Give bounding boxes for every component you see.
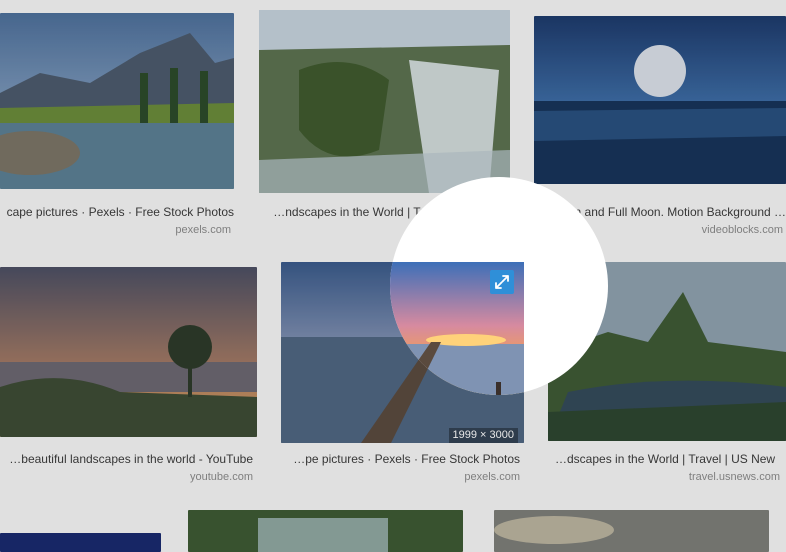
expand-button[interactable] bbox=[490, 270, 514, 294]
night-sky-image bbox=[0, 533, 161, 552]
result-domain: travel.usnews.com bbox=[688, 471, 780, 483]
result-thumbnail[interactable] bbox=[188, 510, 463, 552]
image-search-results: cape pictures · Pexels · Free Stock Phot… bbox=[0, 0, 786, 552]
result-domain: pexels.com bbox=[464, 471, 520, 483]
result-title[interactable]: cape pictures · Pexels · Free Stock Phot… bbox=[0, 205, 234, 219]
result-domain: pexels.com bbox=[175, 224, 231, 236]
result-domain: youtube.com bbox=[190, 471, 253, 483]
result-title[interactable]: …pe pictures · Pexels · Free Stock Photo… bbox=[281, 452, 520, 466]
image-dimensions-badge: 1999 × 3000 bbox=[448, 428, 518, 443]
sunset-coast-image bbox=[0, 267, 257, 437]
result-title[interactable]: …dscapes in the World | Travel | US New bbox=[548, 452, 786, 466]
result-thumbnail[interactable] bbox=[0, 533, 161, 552]
cloudy-sky-image bbox=[494, 510, 769, 552]
expand-icon bbox=[495, 275, 509, 289]
result-thumbnail[interactable] bbox=[0, 267, 257, 437]
result-thumbnail[interactable] bbox=[0, 13, 234, 189]
result-thumbnail[interactable] bbox=[534, 16, 786, 184]
waterfall-image bbox=[259, 10, 510, 193]
result-thumbnail[interactable] bbox=[494, 510, 769, 552]
mountain-lake-image bbox=[0, 13, 234, 189]
result-thumbnail[interactable] bbox=[259, 10, 510, 193]
forest-image bbox=[188, 510, 463, 552]
result-title[interactable]: …beautiful landscapes in the world - You… bbox=[0, 452, 253, 466]
ocean-moon-image bbox=[534, 16, 786, 184]
